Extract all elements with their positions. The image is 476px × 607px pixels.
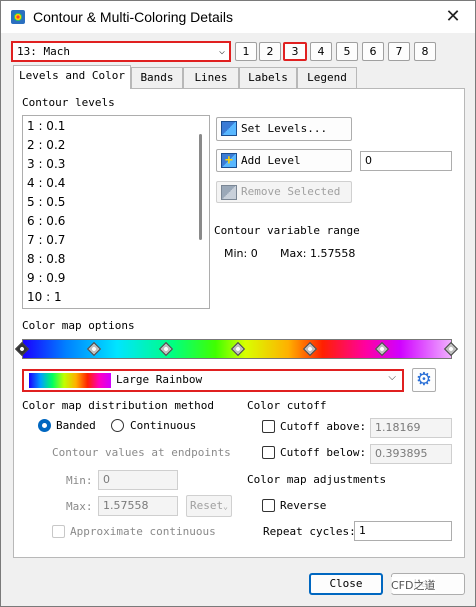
- list-item[interactable]: 5 : 0.5: [27, 193, 65, 212]
- add-level-button[interactable]: Add Level: [216, 149, 352, 172]
- range-min-value: Min: 0: [224, 247, 258, 260]
- list-item[interactable]: 7 : 0.7: [27, 231, 65, 250]
- group-button-2[interactable]: 2: [259, 42, 281, 61]
- group-button-7[interactable]: 7: [388, 42, 410, 61]
- range-max-value: Max: 1.57558: [280, 247, 356, 260]
- tab-labels[interactable]: Labels: [239, 67, 297, 89]
- cutoff-below-checkbox[interactable]: [262, 446, 275, 459]
- tab-legend[interactable]: Legend: [297, 67, 357, 89]
- continuous-radio[interactable]: [111, 419, 124, 432]
- cutoff-above-input[interactable]: 1.18169: [370, 418, 452, 438]
- group-button-6[interactable]: 6: [362, 42, 384, 61]
- remove-selected-label: Remove Selected: [241, 185, 341, 198]
- group-button-5[interactable]: 5: [336, 42, 358, 61]
- reset-label: Reset: [190, 499, 224, 512]
- endpoint-max-label: Max:: [66, 500, 93, 513]
- chevron-down-icon: ⌵: [218, 46, 225, 57]
- levels-and-color-panel: Contour levels 1 : 0.1 2 : 0.2 3 : 0.3 4…: [13, 88, 465, 558]
- repeat-cycles-input[interactable]: 1: [354, 521, 452, 541]
- remove-selected-icon: [221, 185, 237, 200]
- cutoff-below-input[interactable]: 0.393895: [370, 444, 452, 464]
- group-button-1[interactable]: 1: [235, 42, 257, 61]
- add-level-value-input[interactable]: 0: [360, 151, 452, 171]
- list-item[interactable]: 1 : 0.1: [27, 117, 65, 136]
- list-item[interactable]: 4 : 0.4: [27, 174, 65, 193]
- chevron-down-icon: ⌄: [223, 502, 228, 511]
- contour-levels-heading: Contour levels: [22, 96, 115, 109]
- color-marker[interactable]: [86, 341, 102, 357]
- banded-label: Banded: [56, 419, 96, 432]
- color-map-dropdown[interactable]: Large Rainbow ⌵: [22, 369, 404, 392]
- levels-scrollbar[interactable]: [199, 134, 202, 240]
- color-marker[interactable]: [14, 341, 30, 357]
- list-item[interactable]: 8 : 0.8: [27, 250, 65, 269]
- color-cutoff-heading: Color cutoff: [247, 399, 327, 412]
- color-marker[interactable]: [374, 341, 390, 357]
- chevron-down-icon: ⌵: [388, 372, 396, 383]
- tab-lines[interactable]: Lines: [183, 67, 239, 89]
- color-marker[interactable]: [158, 341, 174, 357]
- cutoff-above-label: Cutoff above:: [280, 420, 367, 433]
- set-levels-label: Set Levels...: [241, 122, 328, 135]
- color-marker[interactable]: [443, 341, 459, 357]
- dialog-window: Contour & Multi-Coloring Details ✕ 13: M…: [0, 0, 476, 607]
- app-icon: [11, 10, 25, 24]
- cutoff-above-checkbox[interactable]: [262, 420, 275, 433]
- list-item[interactable]: 3 : 0.3: [27, 155, 65, 174]
- close-icon[interactable]: ✕: [441, 5, 465, 29]
- color-map-dropdown-value: Large Rainbow: [116, 373, 203, 386]
- contour-levels-list[interactable]: 1 : 0.1 2 : 0.2 3 : 0.3 4 : 0.4 5 : 0.5 …: [22, 115, 210, 309]
- title-bar: Contour & Multi-Coloring Details ✕: [1, 1, 475, 33]
- tab-levels-and-color[interactable]: Levels and Color: [13, 65, 131, 89]
- close-button[interactable]: Close: [309, 573, 383, 595]
- list-item[interactable]: 10 : 1: [27, 288, 62, 307]
- color-marker[interactable]: [302, 341, 318, 357]
- variable-dropdown-value: 13: Mach: [17, 45, 70, 58]
- list-item[interactable]: 2 : 0.2: [27, 136, 65, 155]
- color-map-adjustments-heading: Color map adjustments: [247, 473, 387, 486]
- endpoint-min-input[interactable]: 0: [98, 470, 178, 490]
- endpoint-max-input[interactable]: 1.57558: [98, 496, 178, 516]
- group-button-4[interactable]: 4: [310, 42, 332, 61]
- approximate-continuous-checkbox[interactable]: [52, 525, 65, 538]
- variable-dropdown[interactable]: 13: Mach ⌵: [11, 41, 231, 62]
- endpoints-heading: Contour values at endpoints: [52, 446, 231, 459]
- approximate-continuous-label: Approximate continuous: [70, 525, 216, 538]
- list-item[interactable]: 9 : 0.9: [27, 269, 65, 288]
- color-map-swatch: [29, 373, 111, 388]
- tab-bands[interactable]: Bands: [131, 67, 183, 89]
- add-level-icon: [221, 151, 237, 171]
- cutoff-below-label: Cutoff below:: [280, 446, 367, 459]
- reset-button[interactable]: Reset⌄: [186, 495, 232, 517]
- reverse-checkbox[interactable]: [262, 499, 275, 512]
- color-map-options-heading: Color map options: [22, 319, 135, 332]
- set-levels-icon: [221, 121, 237, 136]
- watermark: CFD之道: [391, 577, 436, 593]
- contour-range-heading: Contour variable range: [214, 224, 360, 237]
- remove-selected-button[interactable]: Remove Selected: [216, 181, 352, 203]
- window-title: Contour & Multi-Coloring Details: [33, 9, 233, 25]
- endpoint-min-label: Min:: [66, 474, 93, 487]
- list-item[interactable]: 6 : 0.6: [27, 212, 65, 231]
- repeat-cycles-label: Repeat cycles:: [263, 525, 356, 538]
- add-level-label: Add Level: [241, 154, 301, 167]
- reverse-label: Reverse: [280, 499, 327, 512]
- set-levels-button[interactable]: Set Levels...: [216, 117, 352, 141]
- banded-radio[interactable]: [38, 419, 51, 432]
- continuous-label: Continuous: [130, 419, 197, 432]
- distribution-heading: Color map distribution method: [22, 399, 215, 412]
- color-map-bar[interactable]: [14, 339, 459, 359]
- color-marker[interactable]: [230, 341, 246, 357]
- group-button-8[interactable]: 8: [414, 42, 436, 61]
- gear-icon[interactable]: ⚙: [412, 368, 436, 392]
- group-button-3[interactable]: 3: [283, 42, 307, 61]
